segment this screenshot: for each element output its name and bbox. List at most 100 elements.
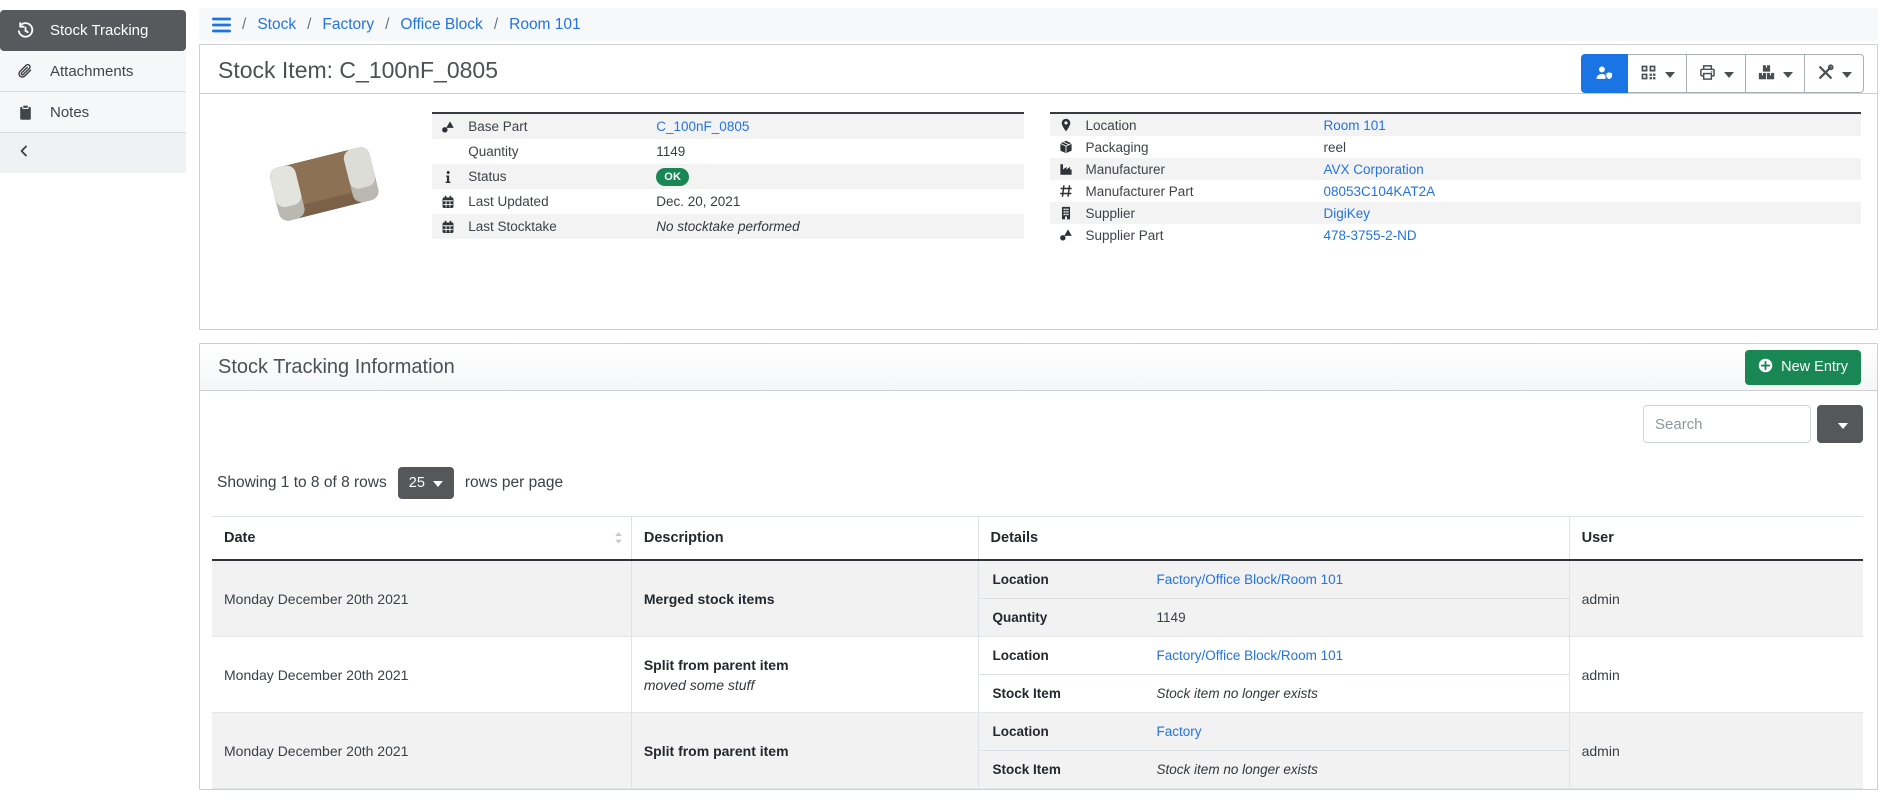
detail-link[interactable]: Factory [1157,724,1202,739]
caret-down-icon [1665,66,1675,81]
column-header-label: User [1582,530,1614,546]
sidebar-item-label: Stock Tracking [50,22,148,39]
detail-label: Location [993,572,1157,587]
info-label: Supplier Part [1086,228,1324,243]
box-icon [1050,140,1086,154]
info-value-link[interactable]: AVX Corporation [1324,162,1424,177]
caret-down-icon [1724,66,1734,81]
chevron-left-icon [17,144,31,163]
column-header-label: Date [224,530,255,546]
stock-item-panel-body: Base PartC_100nF_0805Quantity1149StatusO… [200,94,1877,329]
factory-icon [1050,162,1086,176]
column-header-user: User [1569,517,1863,561]
cell-date: Monday December 20th 2021 [212,637,631,713]
cell-user: admin [1569,560,1863,637]
info-row-last-updated: Last UpdatedDec. 20, 2021 [432,189,1023,214]
cell-details: LocationFactory/Office Block/Room 101 Qua… [978,560,1569,637]
info-value-link[interactable]: 478-3755-2-ND [1324,228,1417,243]
info-label: Manufacturer [1086,162,1324,177]
menu-icon[interactable] [212,17,231,33]
info-label: Manufacturer Part [1086,184,1324,199]
breadcrumb-link-stock[interactable]: Stock [257,16,296,34]
columns-dropdown-button[interactable] [1817,405,1863,443]
info-label: Base Part [468,119,656,134]
info-value-link[interactable]: C_100nF_0805 [656,119,749,134]
column-header-label: Description [644,530,724,546]
tools-icon [1816,64,1835,84]
toolbar-button-stock-actions[interactable] [1745,54,1805,93]
cell-details: LocationFactoryStock ItemStock item no l… [978,713,1569,789]
sidebar-item-attachments[interactable]: Attachments [0,51,186,92]
page-size-value: 25 [409,475,425,491]
breadcrumb: /Stock/Factory/Office Block/Room 101 [199,8,1878,41]
info-label: Status [468,169,656,184]
history-icon [15,22,35,39]
description-title: Split from parent item [644,743,966,759]
sidebar-collapse-button[interactable] [0,133,186,173]
info-value: 1149 [656,144,685,159]
detail-row-stock-item: Stock ItemStock item no longer exists [979,675,1569,712]
cell-description: Split from parent itemmoved some stuff [631,637,978,713]
qrcode-icon [1639,64,1658,84]
info-value: Dec. 20, 2021 [656,194,740,209]
calendar-icon [432,220,468,234]
sort-icon [614,532,623,545]
info-row-packaging: Packagingreel [1050,136,1861,158]
breadcrumb-link-room-101[interactable]: Room 101 [509,16,581,34]
showing-text: Showing 1 to 8 of 8 rows [217,474,387,492]
cell-description: Split from parent item [631,713,978,789]
sidebar-item-notes[interactable]: Notes [0,92,186,133]
cell-user: admin [1569,637,1863,713]
info-row-status: StatusOK [432,164,1023,189]
detail-link[interactable]: Factory/Office Block/Room 101 [1157,572,1344,587]
breadcrumb-separator: / [385,16,389,34]
info-label: Last Updated [468,194,656,209]
part-thumbnail [216,112,432,329]
info-value-link[interactable]: 08053C104KAT2A [1324,184,1436,199]
building-icon [1050,206,1086,220]
new-entry-label: New Entry [1781,359,1848,375]
info-row-quantity: Quantity1149 [432,139,1023,164]
item-details-table: Base PartC_100nF_0805Quantity1149StatusO… [432,112,1023,239]
stock-item-panel: Stock Item: C_100nF_0805 [199,44,1878,330]
page-size-dropdown[interactable]: 25 [398,467,454,499]
detail-value: Stock item no longer exists [1157,686,1318,701]
cell-description: Merged stock items [631,560,978,637]
table-row: Monday December 20th 2021Split from pare… [212,637,1863,713]
pagination-info: Showing 1 to 8 of 8 rows 25 rows per pag… [212,467,1863,499]
info-label: Last Stocktake [468,219,656,234]
main-content: / Stock / Factory/Office Block/Room 101 Sto… [199,8,1878,790]
info-label: Packaging [1086,140,1324,155]
breadcrumb-separator: / [307,16,311,34]
detail-link[interactable]: Factory/Office Block/Room 101 [1157,648,1344,663]
breadcrumb-separator: / [242,16,246,34]
shapes-icon [432,120,468,134]
table-controls [212,405,1863,443]
toolbar-button-tools[interactable] [1804,54,1864,93]
breadcrumb-link-office-block[interactable]: Office Block [400,16,482,34]
toolbar-button-qrcode[interactable] [1627,54,1687,93]
stock-item-toolbar [1581,54,1864,93]
toolbar-button-user-shield[interactable] [1581,54,1628,93]
info-row-base-part: Base PartC_100nF_0805 [432,114,1023,139]
column-header-details: Details [978,517,1569,561]
column-header-date[interactable]: Date [212,517,631,561]
table-row: Monday December 20th 2021Merged stock it… [212,560,1863,637]
info-value-link[interactable]: Room 101 [1324,118,1386,133]
shapes-icon [1050,228,1086,242]
new-entry-button[interactable]: New Entry [1745,350,1861,385]
detail-label: Stock Item [993,762,1157,777]
column-header-description: Description [631,517,978,561]
breadcrumb-link-factory[interactable]: Factory [322,16,374,34]
detail-label: Location [993,724,1157,739]
detail-row-quantity: Quantity1149 [979,599,1569,636]
search-input[interactable] [1643,405,1811,443]
printer-icon [1698,64,1717,84]
toolbar-button-printer[interactable] [1686,54,1746,93]
info-value-link[interactable]: DigiKey [1324,206,1371,221]
cell-date: Monday December 20th 2021 [212,713,631,789]
cell-user: admin [1569,713,1863,789]
sidebar-item-stock-tracking[interactable]: Stock Tracking [0,10,186,51]
user-shield-icon [1595,64,1614,84]
info-row-manufacturer-part: Manufacturer Part08053C104KAT2A [1050,180,1861,202]
